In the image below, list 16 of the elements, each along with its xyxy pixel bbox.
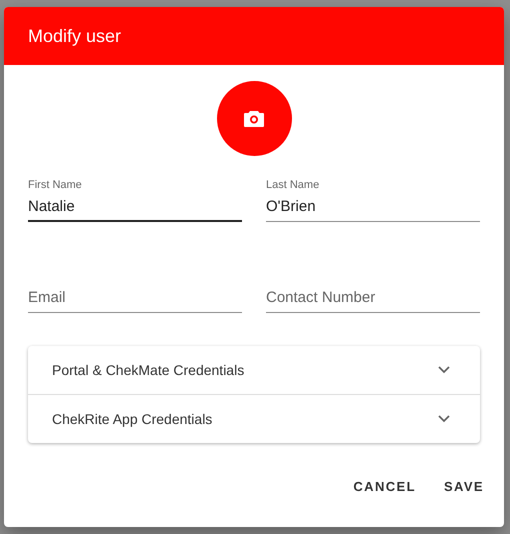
text-field[interactable]: Contact Number — [266, 288, 480, 313]
text-button[interactable]: CANCEL — [345, 471, 424, 502]
text-button[interactable]: SAVE — [436, 471, 492, 502]
text-field[interactable]: Email — [28, 288, 242, 313]
field-label: First Name — [28, 178, 83, 192]
panel-title: Portal & ChekMate Credentials — [52, 362, 244, 378]
chevron-icon — [438, 366, 450, 374]
camera-icon — [244, 110, 264, 126]
expansion-panel-header[interactable]: Portal & ChekMate Credentials — [28, 346, 480, 395]
text-field[interactable]: O'Brien — [266, 197, 480, 222]
expansion-panel-header[interactable]: ChekRite App Credentials — [28, 395, 480, 443]
text-field[interactable]: Natalie — [28, 197, 242, 222]
panel-title: ChekRite App Credentials — [52, 411, 212, 427]
chevron-icon — [438, 415, 450, 423]
field-label: Last Name — [266, 178, 320, 192]
dialog-title: Modify user — [28, 26, 122, 46]
